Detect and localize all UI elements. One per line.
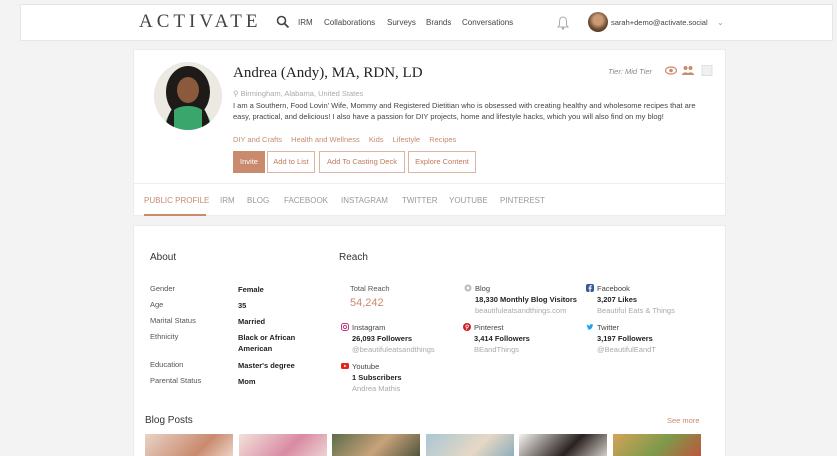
- instagram-handle[interactable]: @beautifuleatsandthings: [341, 345, 459, 354]
- instagram-title: Instagram: [352, 323, 386, 332]
- attr-value-gender: Female: [238, 285, 264, 294]
- tier-label: Tier: Mid Tier: [608, 67, 653, 76]
- explore-content-button[interactable]: Explore Content: [408, 151, 476, 173]
- tag-diy[interactable]: DIY and Crafts: [233, 135, 282, 144]
- attr-label-marital: Marital Status: [150, 316, 196, 325]
- profile-name: Andrea (Andy), MA, RDN, LD: [233, 65, 423, 81]
- about-heading: About: [150, 252, 177, 263]
- total-reach-label: Total Reach: [350, 284, 390, 293]
- tab-blog[interactable]: BLOG: [247, 196, 269, 205]
- add-to-list-button[interactable]: Add to List: [267, 151, 315, 173]
- tag-health[interactable]: Health and Wellness: [291, 135, 360, 144]
- location-pin-icon: ⚲: [233, 89, 241, 98]
- tag-recipes[interactable]: Recipes: [429, 135, 456, 144]
- youtube-title: Youtube: [352, 362, 380, 371]
- attr-value-parental: Mom: [238, 377, 256, 386]
- blog-handle[interactable]: beautifuleatsandthings.com: [464, 306, 589, 315]
- active-tab-underline: [144, 214, 206, 216]
- attr-value-age: 35: [238, 301, 247, 310]
- tab-instagram[interactable]: INSTAGRAM: [341, 196, 388, 205]
- tab-youtube[interactable]: YOUTUBE: [449, 196, 488, 205]
- group-icon[interactable]: [682, 65, 694, 76]
- search-icon[interactable]: [276, 15, 290, 29]
- reach-youtube[interactable]: Youtube 1 Subscribers Andrea Mathis: [341, 362, 459, 393]
- reach-twitter[interactable]: Twitter 3,197 Followers @BeautifulEandT: [586, 323, 704, 354]
- tab-irm[interactable]: IRM: [220, 196, 235, 205]
- bell-icon[interactable]: [557, 16, 569, 30]
- attr-label-age: Age: [150, 300, 164, 309]
- nav-surveys[interactable]: Surveys: [387, 18, 416, 27]
- user-email[interactable]: sarah+demo@activate.social: [611, 18, 708, 27]
- tab-twitter[interactable]: TWITTER: [402, 196, 438, 205]
- attr-label-gender: Gender: [150, 284, 176, 293]
- attr-value-ethnicity: Black or African American: [238, 333, 296, 353]
- attr-value-marital: Married: [238, 317, 266, 326]
- instagram-icon: [341, 323, 349, 331]
- facebook-stat: 3,207 Likes: [597, 295, 638, 304]
- blog-post-thumbnail[interactable]: [239, 434, 327, 456]
- info-card: About Gender Female Age 35 Marital Statu…: [133, 225, 726, 456]
- profile-bio: I am a Southern, Food Lovin' Wife, Mommy…: [233, 101, 696, 121]
- profile-photo: [154, 62, 222, 130]
- profile-card: Andrea (Andy), MA, RDN, LD Tier: Mid Tie…: [133, 49, 726, 216]
- user-avatar[interactable]: [588, 12, 608, 32]
- facebook-title: Facebook: [597, 284, 630, 293]
- attr-label-education: Education: [150, 360, 184, 369]
- nav-conversations[interactable]: Conversations: [462, 18, 513, 27]
- blog-posts-heading: Blog Posts: [145, 415, 193, 426]
- twitter-handle[interactable]: @BeautifulEandT: [586, 345, 704, 354]
- reach-pinterest[interactable]: Pinterest 3,414 Followers BEandThings: [463, 323, 581, 354]
- eye-icon[interactable]: [665, 65, 677, 76]
- blog-post-thumbnail[interactable]: [145, 434, 233, 456]
- blog-post-thumbnail[interactable]: [426, 434, 514, 456]
- tag-lifestyle[interactable]: Lifestyle: [393, 135, 421, 144]
- location-text: Birmingham, Alabama, United States: [240, 89, 364, 98]
- blog-post-thumbnail[interactable]: [519, 434, 607, 456]
- pinterest-handle[interactable]: BEandThings: [463, 345, 581, 354]
- reach-blog[interactable]: Blog 18,330 Monthly Blog Visitors beauti…: [464, 284, 589, 315]
- instagram-stat: 26,093 Followers: [352, 334, 413, 343]
- nav-collaborations[interactable]: Collaborations: [324, 18, 375, 27]
- reach-instagram[interactable]: Instagram 26,093 Followers @beautifuleat…: [341, 323, 459, 354]
- blog-post-thumbnail[interactable]: [332, 434, 420, 456]
- tabs-divider: [134, 183, 725, 184]
- reach-heading: Reach: [339, 252, 368, 263]
- top-nav-bar: ACTIVATE IRM Collaborations Surveys Bran…: [20, 4, 833, 41]
- nav-irm[interactable]: IRM: [298, 18, 313, 27]
- reach-facebook[interactable]: Facebook 3,207 Likes Beautiful Eats & Th…: [586, 284, 704, 315]
- attr-label-ethnicity: Ethnicity: [150, 332, 179, 341]
- total-reach-value: 54,242: [350, 297, 384, 309]
- pinterest-title: Pinterest: [474, 323, 504, 332]
- twitter-stat: 3,197 Followers: [597, 334, 653, 343]
- app-logo[interactable]: ACTIVATE: [139, 11, 261, 33]
- tag-kids[interactable]: Kids: [369, 135, 384, 144]
- attr-value-education: Master's degree: [238, 361, 295, 370]
- nav-brands[interactable]: Brands: [426, 18, 451, 27]
- tab-public-profile[interactable]: PUBLIC PROFILE: [144, 196, 209, 205]
- checkbox-icon[interactable]: [701, 65, 713, 76]
- invite-button[interactable]: Invite: [233, 151, 265, 173]
- blog-title: Blog: [475, 284, 491, 293]
- add-to-casting-deck-button[interactable]: Add To Casting Deck: [319, 151, 405, 173]
- chevron-down-icon[interactable]: ⌄: [717, 18, 724, 27]
- category-tags: DIY and Crafts Health and Wellness Kids …: [233, 135, 463, 144]
- youtube-stat: 1 Subscribers: [352, 373, 402, 382]
- location: ⚲ Birmingham, Alabama, United States: [233, 89, 363, 98]
- attr-label-parental: Parental Status: [150, 376, 202, 385]
- see-more-link[interactable]: See more: [667, 416, 700, 425]
- twitter-title: Twitter: [597, 323, 620, 332]
- youtube-handle[interactable]: Andrea Mathis: [341, 384, 459, 393]
- tab-facebook[interactable]: FACEBOOK: [284, 196, 328, 205]
- pinterest-icon: [463, 323, 471, 331]
- blog-icon: [464, 284, 472, 292]
- pinterest-stat: 3,414 Followers: [474, 334, 530, 343]
- blog-stat: 18,330 Monthly Blog Visitors: [475, 295, 577, 304]
- facebook-handle[interactable]: Beautiful Eats & Things: [586, 306, 704, 315]
- youtube-icon: [341, 363, 349, 369]
- tab-pinterest[interactable]: PINTEREST: [500, 196, 545, 205]
- blog-post-thumbnail[interactable]: [613, 434, 701, 456]
- twitter-icon: [586, 324, 594, 330]
- facebook-icon: [586, 284, 594, 292]
